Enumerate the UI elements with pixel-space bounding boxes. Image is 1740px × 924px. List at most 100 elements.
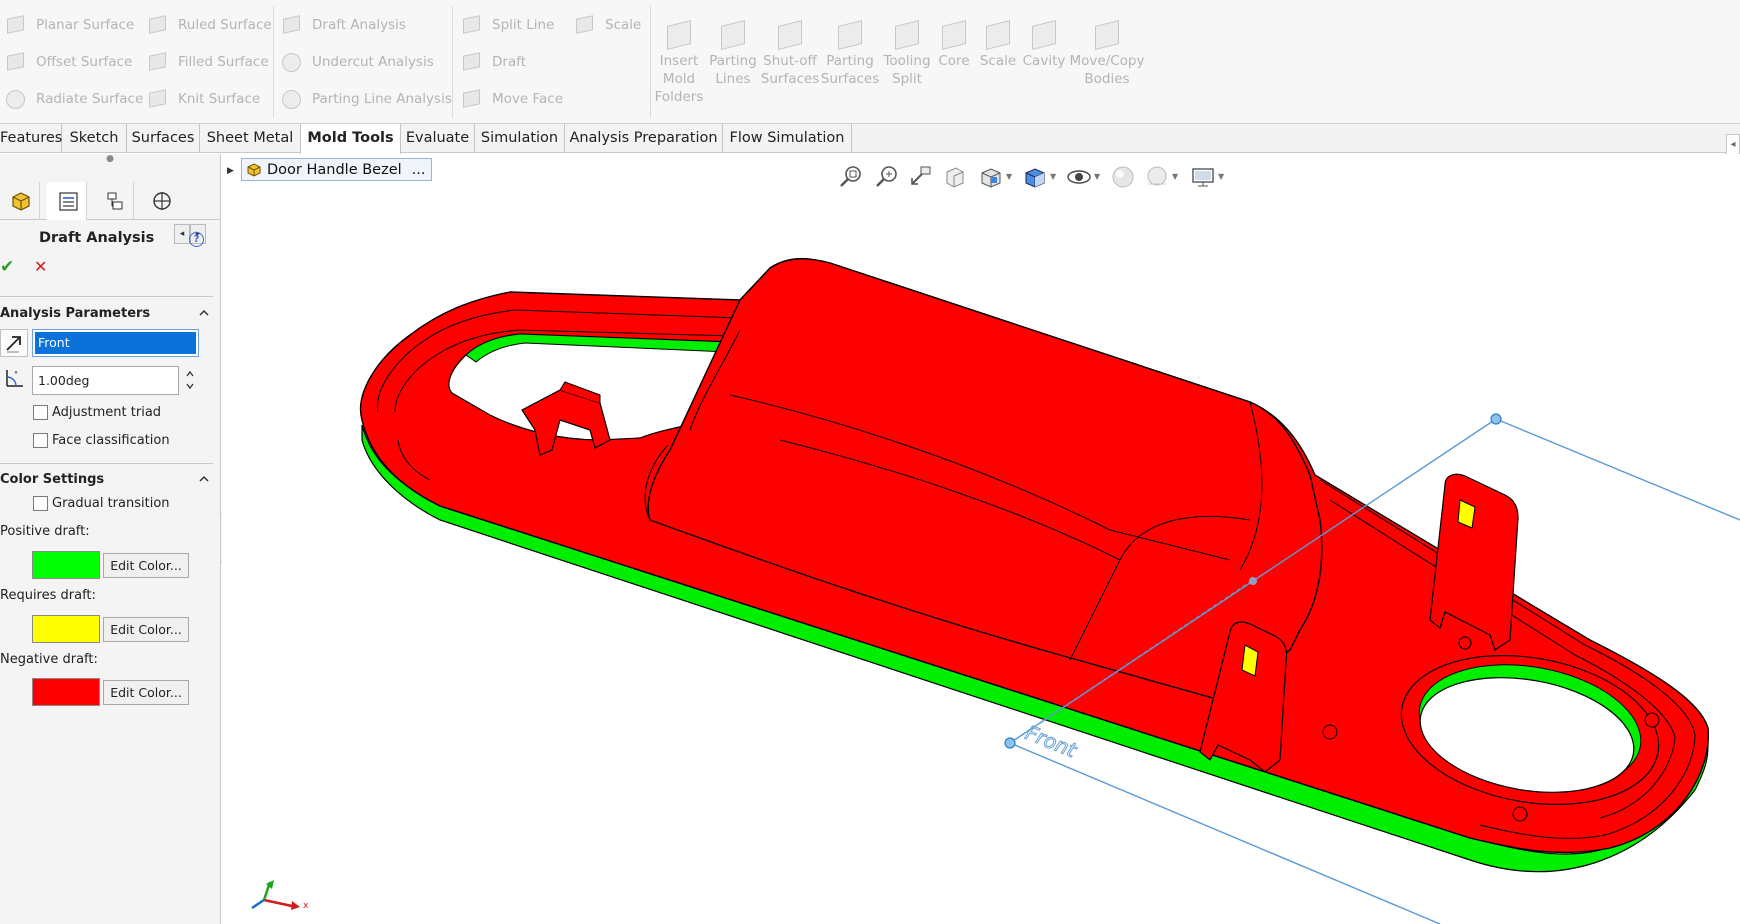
tab-simulation[interactable]: Simulation xyxy=(475,124,565,153)
insert-mold-folders-icon xyxy=(663,20,695,50)
dimxpert-manager-tab[interactable] xyxy=(141,182,181,220)
face-classification-checkbox[interactable]: Face classification xyxy=(33,433,170,448)
property-manager-icon xyxy=(59,192,78,211)
scroll-left-button[interactable]: ◂ xyxy=(174,224,190,244)
manager-tabs: ◂ ▸ xyxy=(0,182,220,244)
adjustment-triad-checkbox[interactable]: Adjustment triad xyxy=(33,405,161,420)
property-manager-tab[interactable] xyxy=(47,182,87,220)
tab-features[interactable]: Features xyxy=(0,124,62,153)
positive-edit-color-button[interactable]: Edit Color... xyxy=(103,553,189,578)
checkbox-box[interactable] xyxy=(33,433,48,448)
direction-of-pull-field[interactable]: Front xyxy=(32,329,199,357)
undercut-analysis-button[interactable]: Undercut Analysis xyxy=(280,43,452,80)
planar-surface-button[interactable]: Planar Surface xyxy=(4,6,143,43)
draft-angle-spinner[interactable] xyxy=(183,366,197,395)
checkbox-box[interactable] xyxy=(33,496,48,511)
parting-surfaces-icon xyxy=(834,20,866,50)
property-manager-title: Draft Analysis xyxy=(39,230,155,246)
color-settings-header[interactable]: Color Settings xyxy=(0,472,104,487)
tab-analysis-preparation[interactable]: Analysis Preparation xyxy=(565,124,723,153)
offset-surface-button[interactable]: Offset Surface xyxy=(4,43,143,80)
tab-flow-simulation[interactable]: Flow Simulation xyxy=(723,124,852,153)
plane-handle xyxy=(1004,737,1016,749)
draft-analysis-button[interactable]: Draft Analysis xyxy=(280,6,452,43)
ribbon-group-analysis: Draft Analysis Undercut Analysis Parting… xyxy=(280,6,452,117)
scale-button[interactable]: Scale xyxy=(976,20,1020,70)
boss xyxy=(1644,712,1660,728)
move-copy-bodies-icon xyxy=(1091,20,1123,50)
draft-angle-icon: ° xyxy=(6,370,23,387)
svg-text:x: x xyxy=(303,901,309,911)
ribbon-group-surfaces-2: Ruled Surface Filled Surface Knit Surfac… xyxy=(146,6,272,117)
negative-draft-swatch[interactable] xyxy=(32,678,100,706)
gradual-transition-checkbox[interactable]: Gradual transition xyxy=(33,496,170,511)
knit-surface-button[interactable]: Knit Surface xyxy=(146,80,272,117)
plane-handle xyxy=(1490,413,1502,425)
divider xyxy=(0,463,213,464)
panel-grip-icon[interactable]: ● xyxy=(0,154,220,168)
handle-body-top xyxy=(647,258,1323,701)
boss xyxy=(1458,636,1472,650)
shut-off-surfaces-icon xyxy=(774,20,806,50)
divider xyxy=(0,296,213,297)
configuration-manager-icon xyxy=(107,192,123,210)
requires-edit-color-button[interactable]: Edit Color... xyxy=(103,617,189,642)
parting-surfaces-button[interactable]: Parting Surfaces xyxy=(820,20,880,88)
svg-text:°: ° xyxy=(14,370,18,379)
parting-line-analysis-icon xyxy=(280,87,304,111)
cavity-button[interactable]: Cavity xyxy=(1020,20,1068,70)
boss xyxy=(1322,724,1338,740)
negative-draft-label: Negative draft: xyxy=(0,652,98,667)
cavity-icon xyxy=(1028,20,1060,50)
ok-button[interactable]: ✔ xyxy=(0,258,18,276)
collapse-chevron-icon[interactable] xyxy=(198,473,210,485)
draft-icon xyxy=(460,50,484,74)
tab-evaluate[interactable]: Evaluate xyxy=(401,124,475,153)
command-manager-tabs: Features Sketch Surfaces Sheet Metal Mol… xyxy=(0,124,1740,154)
tooling-split-icon xyxy=(891,20,923,50)
checkbox-box[interactable] xyxy=(33,405,48,420)
door-handle-bezel-model[interactable]: Front xyxy=(222,154,1740,924)
split-line-icon xyxy=(460,13,484,37)
draft-analysis-icon xyxy=(280,13,304,37)
filled-surface-button[interactable]: Filled Surface xyxy=(146,43,272,80)
cancel-button[interactable]: ✕ xyxy=(34,258,52,276)
split-line-button[interactable]: Split Line xyxy=(460,6,563,43)
negative-edit-color-button[interactable]: Edit Color... xyxy=(103,680,189,705)
move-face-button[interactable]: Move Face xyxy=(460,80,563,117)
radiate-surface-button[interactable]: Radiate Surface xyxy=(4,80,143,117)
insert-mold-folders-button[interactable]: Insert Mold Folders xyxy=(651,20,707,106)
parting-lines-button[interactable]: Parting Lines xyxy=(706,20,760,88)
ribbon-group-scale: Scale xyxy=(573,6,641,43)
collapse-chevron-icon[interactable] xyxy=(198,307,210,319)
tab-sheet-metal[interactable]: Sheet Metal xyxy=(200,124,301,153)
graphics-area[interactable]: ▶ Door Handle Bezel ... ▼ ▼ ▼ ▼ ▼ Front … xyxy=(222,154,1740,924)
ruled-surface-button[interactable]: Ruled Surface xyxy=(146,6,272,43)
shut-off-surfaces-button[interactable]: Shut-off Surfaces xyxy=(760,20,820,88)
configuration-manager-tab[interactable] xyxy=(94,182,134,220)
command-manager-ribbon: Planar Surface Offset Surface Radiate Su… xyxy=(0,0,1740,124)
draft-angle-input[interactable] xyxy=(32,366,179,395)
filled-surface-icon xyxy=(146,50,170,74)
draft-button[interactable]: Draft xyxy=(460,43,563,80)
positive-draft-swatch[interactable] xyxy=(32,551,100,579)
task-pane-collapse-button[interactable]: ◂ xyxy=(1726,134,1740,156)
planar-surface-icon xyxy=(4,13,28,37)
app-window: Planar Surface Offset Surface Radiate Su… xyxy=(0,0,1740,924)
tab-sketch[interactable]: Sketch xyxy=(62,124,127,153)
tab-mold-tools[interactable]: Mold Tools xyxy=(300,124,401,154)
help-icon[interactable]: ? xyxy=(189,232,204,247)
scale-small-button[interactable]: Scale xyxy=(573,6,641,43)
tooling-split-button[interactable]: Tooling Split xyxy=(880,20,934,88)
parting-line-analysis-button[interactable]: Parting Line Analysis xyxy=(280,80,452,117)
core-button[interactable]: Core xyxy=(932,20,976,70)
parting-lines-icon xyxy=(717,20,749,50)
analysis-parameters-header[interactable]: Analysis Parameters xyxy=(0,306,150,321)
move-copy-bodies-button[interactable]: Move/Copy Bodies xyxy=(1068,20,1146,88)
direction-of-pull-icon[interactable] xyxy=(0,329,28,357)
property-manager-panel: ● ◂ ▸ Draft Analysis ? ✔ ✕ Analysis Param… xyxy=(0,154,221,924)
tab-surfaces[interactable]: Surfaces xyxy=(127,124,200,153)
ribbon-group-surfaces: Planar Surface Offset Surface Radiate Su… xyxy=(4,6,143,117)
requires-draft-swatch[interactable] xyxy=(32,615,100,643)
feature-manager-tab[interactable] xyxy=(0,182,40,220)
